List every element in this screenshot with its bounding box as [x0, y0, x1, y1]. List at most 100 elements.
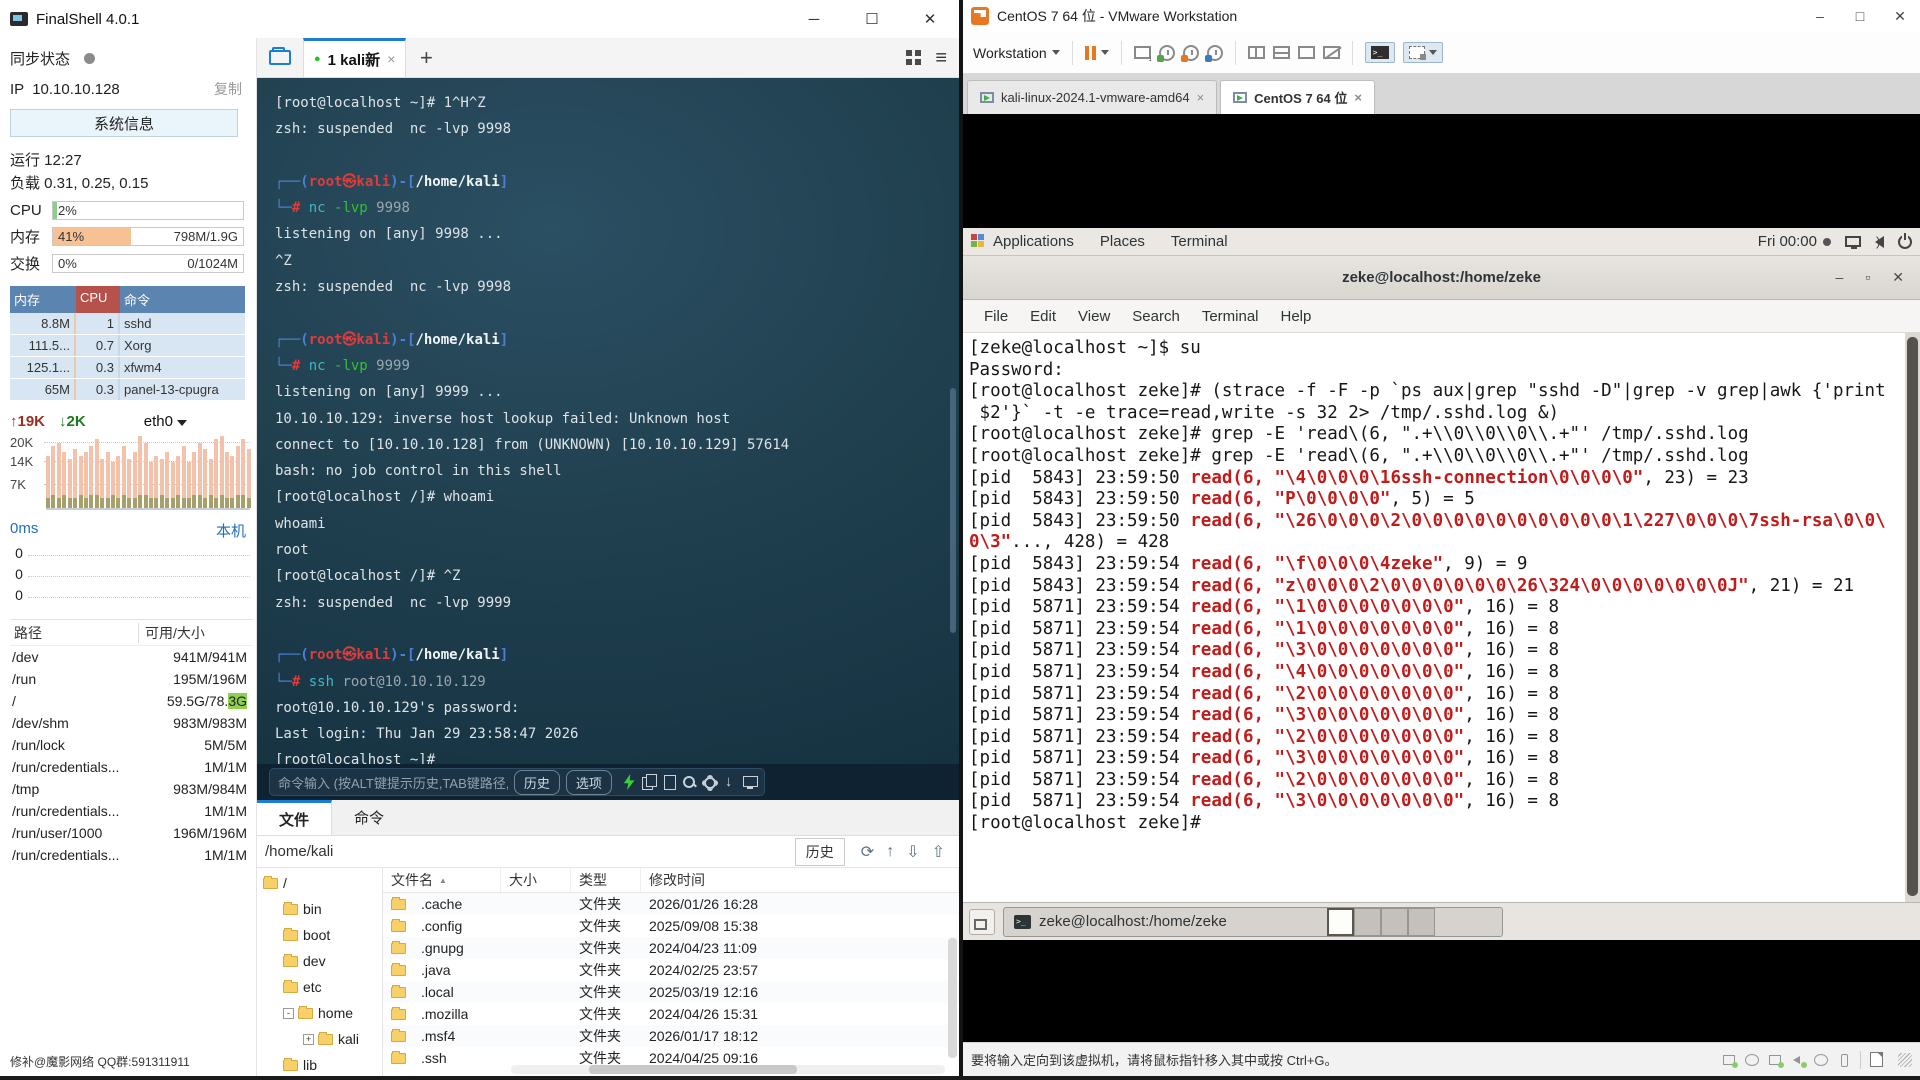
show-library-icon[interactable]: [1248, 46, 1265, 59]
close-button[interactable]: ✕: [901, 0, 959, 38]
menu-icon[interactable]: ≡: [935, 48, 947, 68]
tree-item[interactable]: dev: [257, 948, 382, 974]
file-panel-tab-files[interactable]: 文件: [257, 800, 332, 835]
revert-snapshot-icon[interactable]: [1183, 45, 1199, 61]
disk-row[interactable]: /run195M/196M: [10, 668, 253, 690]
tree-item[interactable]: +kali: [257, 1026, 382, 1052]
file-panel-tab-commands[interactable]: 命令: [332, 800, 406, 835]
process-column-header[interactable]: 内存: [10, 286, 76, 313]
disk-row[interactable]: /run/lock5M/5M: [10, 734, 253, 756]
process-row[interactable]: 111.5...0.7Xorg: [10, 335, 245, 357]
lightning-icon[interactable]: [624, 774, 635, 790]
resize-grip[interactable]: [1898, 1053, 1912, 1067]
menu-item-view[interactable]: View: [1067, 308, 1121, 325]
menu-item-terminal[interactable]: Terminal: [1191, 308, 1270, 325]
cd-rom-icon[interactable]: [1745, 1054, 1759, 1066]
workstation-menu[interactable]: Workstation: [973, 45, 1060, 61]
system-info-button[interactable]: 系统信息: [10, 109, 238, 137]
tab-close-icon[interactable]: ×: [387, 51, 395, 67]
copy-ip-button[interactable]: 复制: [214, 79, 242, 99]
fullscreen-icon[interactable]: [1298, 46, 1315, 59]
options-button[interactable]: 选项: [566, 770, 612, 795]
tree-item[interactable]: etc: [257, 974, 382, 1000]
applications-menu[interactable]: Applications: [971, 233, 1074, 250]
message-log-icon[interactable]: [1870, 1052, 1883, 1067]
file-column-header[interactable]: 类型: [571, 868, 641, 892]
session-tab-kali[interactable]: ● 1 kali新 ×: [303, 38, 406, 77]
new-tab-button[interactable]: +: [406, 38, 446, 77]
vertical-scrollbar[interactable]: [948, 938, 957, 1058]
pause-vm-button[interactable]: [1085, 46, 1109, 60]
terminal-scrollbar[interactable]: [1905, 333, 1920, 902]
workspace-cell[interactable]: [1327, 908, 1354, 936]
minimize-button[interactable]: ─: [785, 0, 843, 38]
file-row[interactable]: .gnupg文件夹2024/04/23 11:09: [383, 937, 959, 959]
disk-row[interactable]: /run/credentials...1M/1M: [10, 800, 253, 822]
menu-item-help[interactable]: Help: [1270, 308, 1323, 325]
maximize-button[interactable]: ▫: [1865, 269, 1870, 286]
usb-device-icon[interactable]: [1814, 1054, 1828, 1066]
terminal-scrollbar[interactable]: [950, 388, 956, 633]
command-input-placeholder[interactable]: 命令输入 (按ALT键提示历史,TAB键路径,ESC: [278, 773, 508, 792]
tab-close-icon[interactable]: ×: [1354, 90, 1362, 105]
ssh-terminal[interactable]: [root@localhost ~]# 1^H^Zzsh: suspended …: [257, 78, 959, 764]
layout-grid-icon[interactable]: [906, 50, 921, 65]
tree-item[interactable]: /: [257, 870, 382, 896]
process-column-header[interactable]: 命令: [120, 286, 245, 313]
terminal-menu[interactable]: Terminal: [1171, 233, 1228, 250]
menu-item-edit[interactable]: Edit: [1019, 308, 1067, 325]
network-adapter-icon[interactable]: [1768, 1054, 1782, 1066]
disk-row[interactable]: /run/user/1000196M/196M: [10, 822, 253, 844]
manage-snapshot-icon[interactable]: [1207, 45, 1223, 61]
show-thumbnail-bar-icon[interactable]: [1273, 46, 1290, 59]
vm-screen[interactable]: Applications Places Terminal Fri 00:00 z…: [963, 114, 1920, 1042]
minimize-button[interactable]: –: [1800, 0, 1840, 32]
free-stretch-button[interactable]: [1403, 42, 1443, 63]
tab-close-icon[interactable]: ×: [1197, 90, 1205, 105]
gear-icon[interactable]: [701, 774, 715, 790]
vm-tab-centos[interactable]: CentOS 7 64 位×: [1220, 80, 1375, 114]
volume-icon[interactable]: [1875, 236, 1884, 248]
close-button[interactable]: ✕: [1880, 0, 1920, 32]
process-row[interactable]: 125.1...0.3xfwm4: [10, 357, 245, 379]
paste-icon[interactable]: [661, 774, 675, 790]
process-row[interactable]: 65M0.3panel-13-cpugra: [10, 379, 245, 401]
tree-item[interactable]: -home: [257, 1000, 382, 1026]
hard-disk-icon[interactable]: [1722, 1054, 1736, 1066]
path-history-button[interactable]: 历史: [795, 838, 845, 866]
disk-row[interactable]: /59.5G/78.3G: [10, 690, 253, 712]
process-column-header[interactable]: CPU: [76, 286, 120, 313]
download-icon[interactable]: ⇩: [906, 842, 919, 862]
file-row[interactable]: .msf4文件夹2026/01/17 18:12: [383, 1025, 959, 1047]
disk-row[interactable]: /dev/shm983M/983M: [10, 712, 253, 734]
show-desktop-button[interactable]: [969, 909, 995, 935]
gnome-terminal-body[interactable]: [zeke@localhost ~]$ suPassword:[root@loc…: [963, 333, 1920, 902]
power-icon[interactable]: [1898, 235, 1912, 249]
console-view-button[interactable]: >_: [1365, 42, 1395, 63]
menu-item-search[interactable]: Search: [1121, 308, 1191, 325]
connection-manager-button[interactable]: [257, 38, 303, 77]
tree-expander-icon[interactable]: -: [283, 1008, 294, 1019]
file-row[interactable]: .java文件夹2024/02/25 23:57: [383, 959, 959, 981]
menu-item-file[interactable]: File: [973, 308, 1019, 325]
workspace-cell[interactable]: [1408, 908, 1435, 936]
maximize-button[interactable]: ☐: [843, 0, 901, 38]
refresh-icon[interactable]: ⟳: [861, 842, 874, 862]
disk-row[interactable]: /run/credentials...1M/1M: [10, 756, 253, 778]
history-button[interactable]: 历史: [514, 770, 560, 795]
workspace-cell[interactable]: [1381, 908, 1408, 936]
horizontal-scrollbar[interactable]: [511, 1065, 945, 1074]
maximize-button[interactable]: □: [1840, 0, 1880, 32]
tree-item[interactable]: boot: [257, 922, 382, 948]
up-directory-icon[interactable]: ↑: [886, 843, 894, 861]
path-input[interactable]: /home/kali: [265, 843, 795, 860]
disk-row[interactable]: /run/credentials...1M/1M: [10, 844, 253, 866]
search-icon[interactable]: [681, 774, 695, 790]
printer-icon[interactable]: [1837, 1054, 1851, 1066]
file-row[interactable]: .cache文件夹2026/01/26 16:28: [383, 893, 959, 915]
minimize-button[interactable]: ‒: [1836, 269, 1844, 286]
process-row[interactable]: 8.8M1sshd: [10, 313, 245, 335]
tree-item[interactable]: bin: [257, 896, 382, 922]
file-row[interactable]: .mozilla文件夹2024/04/26 15:31: [383, 1003, 959, 1025]
file-column-header[interactable]: 修改时间: [641, 868, 959, 892]
